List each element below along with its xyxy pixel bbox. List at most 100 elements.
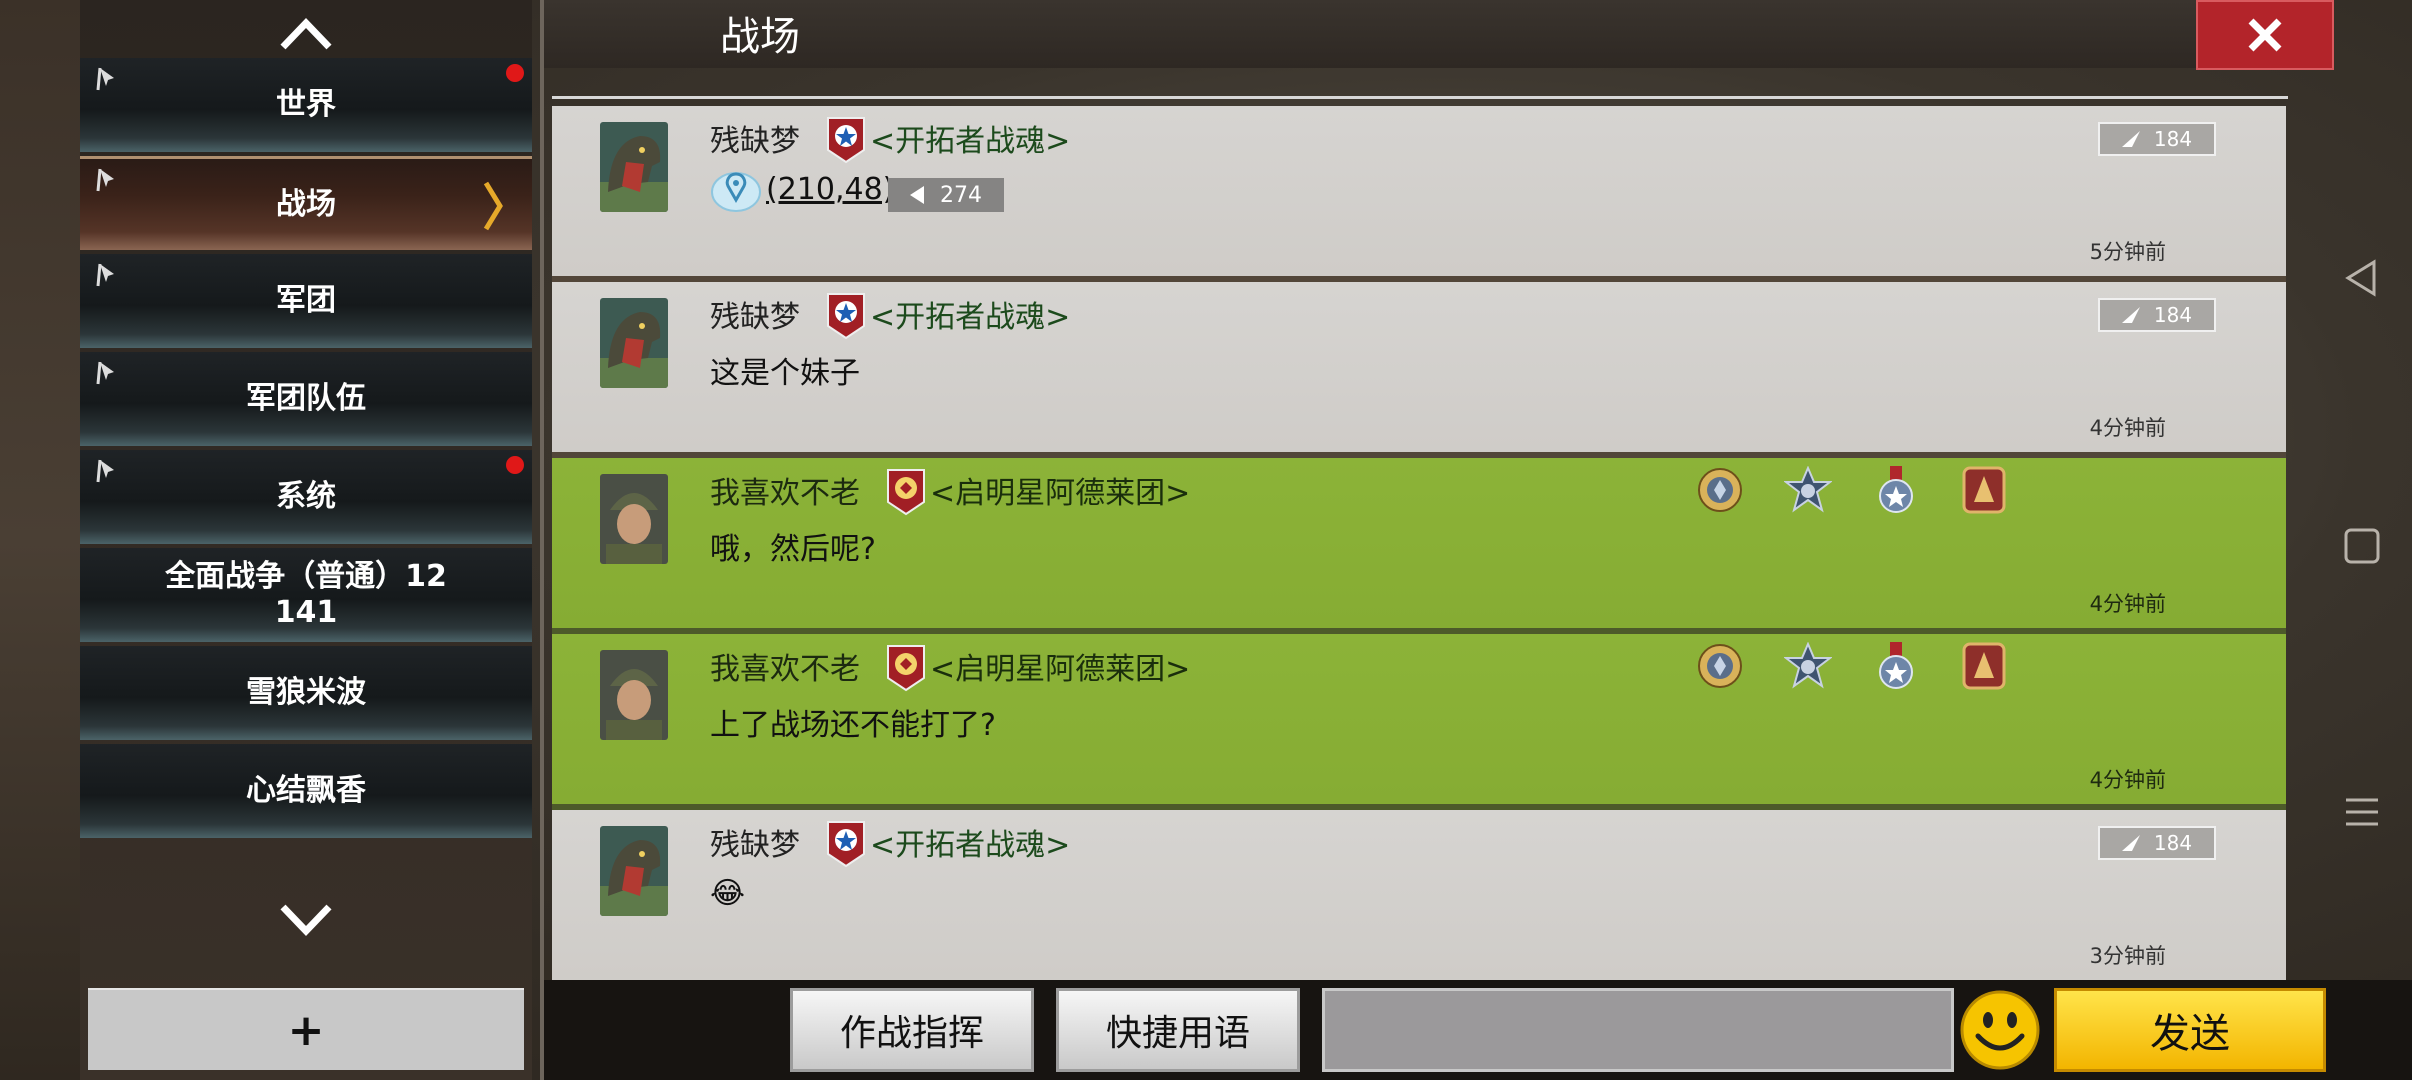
channel-label: 战场 xyxy=(276,186,336,222)
chevron-right-icon xyxy=(483,181,503,231)
message-time: 5分钟前 xyxy=(2089,240,2166,264)
distance-value: 274 xyxy=(940,182,982,208)
menu-icon xyxy=(2346,798,2378,826)
message-time: 4分钟前 xyxy=(2089,592,2166,616)
rank-value: 184 xyxy=(2153,303,2193,327)
channel-label: 系统 xyxy=(276,479,336,514)
battle-command-button[interactable]: 作战指挥 xyxy=(790,988,1034,1072)
chevron-down-icon xyxy=(280,904,332,937)
pin-icon xyxy=(96,361,114,385)
nav-home-button[interactable] xyxy=(2312,516,2412,576)
channel-label: 军团队伍 xyxy=(246,381,366,416)
guild-badge-icon xyxy=(827,117,865,164)
back-triangle-icon xyxy=(2345,259,2376,297)
medal-icon xyxy=(1698,468,1742,512)
pin-icon xyxy=(96,168,114,192)
medal-icon xyxy=(1784,466,1832,513)
channel-label: 军团 xyxy=(276,283,336,318)
close-button[interactable] xyxy=(2196,0,2334,70)
sender-name[interactable]: 残缺梦 xyxy=(710,820,800,864)
medal-icon xyxy=(1879,642,1913,689)
left-background xyxy=(0,0,80,1080)
channel-label-line2: 141 xyxy=(274,595,338,630)
channel-legion-team[interactable]: 军团队伍 xyxy=(80,352,532,446)
channel-legion[interactable]: 军团 xyxy=(80,254,532,348)
pin-icon xyxy=(96,263,114,287)
channel-heart-knot[interactable]: 心结飘香 xyxy=(80,744,532,838)
pin-icon xyxy=(96,459,114,483)
guild-badge-icon xyxy=(827,821,865,868)
title-bar xyxy=(544,0,2288,68)
channel-world[interactable]: 世界 xyxy=(80,58,532,152)
scroll-up-button[interactable] xyxy=(80,6,532,62)
coordinate-link[interactable]: (210,48) xyxy=(766,172,894,207)
guild-name[interactable]: <启明星阿德莱团> xyxy=(930,644,1190,688)
nav-back-button[interactable] xyxy=(2312,248,2412,308)
guild-name[interactable]: <开拓者战魂> xyxy=(870,116,1070,160)
rank-badge: 184 xyxy=(2098,298,2216,332)
nav-menu-button[interactable] xyxy=(2312,782,2412,842)
channel-label: 世界 xyxy=(276,87,336,122)
channel-system[interactable]: 系统 xyxy=(80,450,532,544)
chat-message: 残缺梦 <开拓者战魂> (210,48) 274 184 5分钟前 xyxy=(552,106,2286,282)
medal-icon xyxy=(1698,644,1742,688)
scroll-down-button[interactable] xyxy=(80,892,532,948)
channel-label-line1: 全面战争（普通）12 xyxy=(165,559,447,594)
chat-message: 残缺梦 <开拓者战魂> 这是个妹子 184 4分钟前 xyxy=(552,282,2286,458)
sender-name[interactable]: 我喜欢不老 xyxy=(710,468,860,512)
rank-value: 184 xyxy=(2153,127,2193,151)
unread-dot xyxy=(506,456,524,474)
message-text: 这是个妹子 xyxy=(710,356,860,391)
guild-badge-icon xyxy=(887,645,925,692)
channel-total-war[interactable]: 全面战争（普通）12 141 xyxy=(80,548,532,642)
unread-dot xyxy=(506,64,524,82)
channel-label: 雪狼米波 xyxy=(246,675,366,710)
message-time: 4分钟前 xyxy=(2089,416,2166,440)
avatar[interactable] xyxy=(600,650,668,740)
rank-arrow-icon xyxy=(2121,307,2140,323)
location-icon[interactable] xyxy=(710,166,762,212)
channel-label: 心结飘香 xyxy=(246,773,366,808)
sender-name[interactable]: 残缺梦 xyxy=(710,292,800,336)
pin-icon xyxy=(96,67,114,91)
quick-phrases-button[interactable]: 快捷用语 xyxy=(1056,988,1300,1072)
rank-arrow-icon xyxy=(2121,131,2140,147)
medal-icon xyxy=(1879,466,1913,513)
home-square-icon xyxy=(2344,528,2380,564)
guild-name[interactable]: <开拓者战魂> xyxy=(870,820,1070,864)
rank-badge: 184 xyxy=(2098,122,2216,156)
title-divider xyxy=(552,96,2288,99)
message-text: 上了战场还不能打了? xyxy=(710,708,996,743)
message-time: 3分钟前 xyxy=(2089,944,2166,968)
message-emoji: 😂 xyxy=(710,876,746,911)
guild-name[interactable]: <开拓者战魂> xyxy=(870,292,1070,336)
medal-icon xyxy=(1962,642,2006,690)
emoji-icon[interactable] xyxy=(1958,988,2042,1072)
medal-icon xyxy=(1962,466,2006,514)
guild-badge-icon xyxy=(827,293,865,340)
chat-input[interactable] xyxy=(1322,988,1954,1072)
rank-badge: 184 xyxy=(2098,826,2216,860)
avatar[interactable] xyxy=(600,298,668,388)
message-text: 哦，然后呢? xyxy=(710,532,876,567)
avatar[interactable] xyxy=(600,122,668,212)
guild-badge-icon xyxy=(887,469,925,516)
arrow-left-icon xyxy=(910,186,924,204)
chat-message: 我喜欢不老 <启明星阿德莱团> 上了战场还不能打了? 4分钟前 xyxy=(552,634,2286,810)
chat-message: 我喜欢不老 <启明星阿德莱团> 哦，然后呢? 4分钟前 xyxy=(552,458,2286,634)
channel-battlefield[interactable]: 战场 xyxy=(80,156,532,250)
sender-name[interactable]: 我喜欢不老 xyxy=(710,644,860,688)
sender-name[interactable]: 残缺梦 xyxy=(710,116,800,160)
add-channel-button[interactable]: + xyxy=(88,988,524,1070)
distance-badge: 274 xyxy=(888,178,1004,212)
rank-value: 184 xyxy=(2153,831,2193,855)
avatar[interactable] xyxy=(600,474,668,564)
chevron-up-icon xyxy=(280,17,332,50)
guild-name[interactable]: <启明星阿德莱团> xyxy=(930,468,1190,512)
chat-message: 残缺梦 <开拓者战魂> 😂 184 3分钟前 xyxy=(552,810,2286,980)
avatar[interactable] xyxy=(600,826,668,916)
send-button[interactable]: 发送 xyxy=(2054,988,2326,1072)
medal-icon xyxy=(1784,642,1832,689)
sidebar-divider xyxy=(540,0,544,1080)
channel-snow-wolf[interactable]: 雪狼米波 xyxy=(80,646,532,740)
